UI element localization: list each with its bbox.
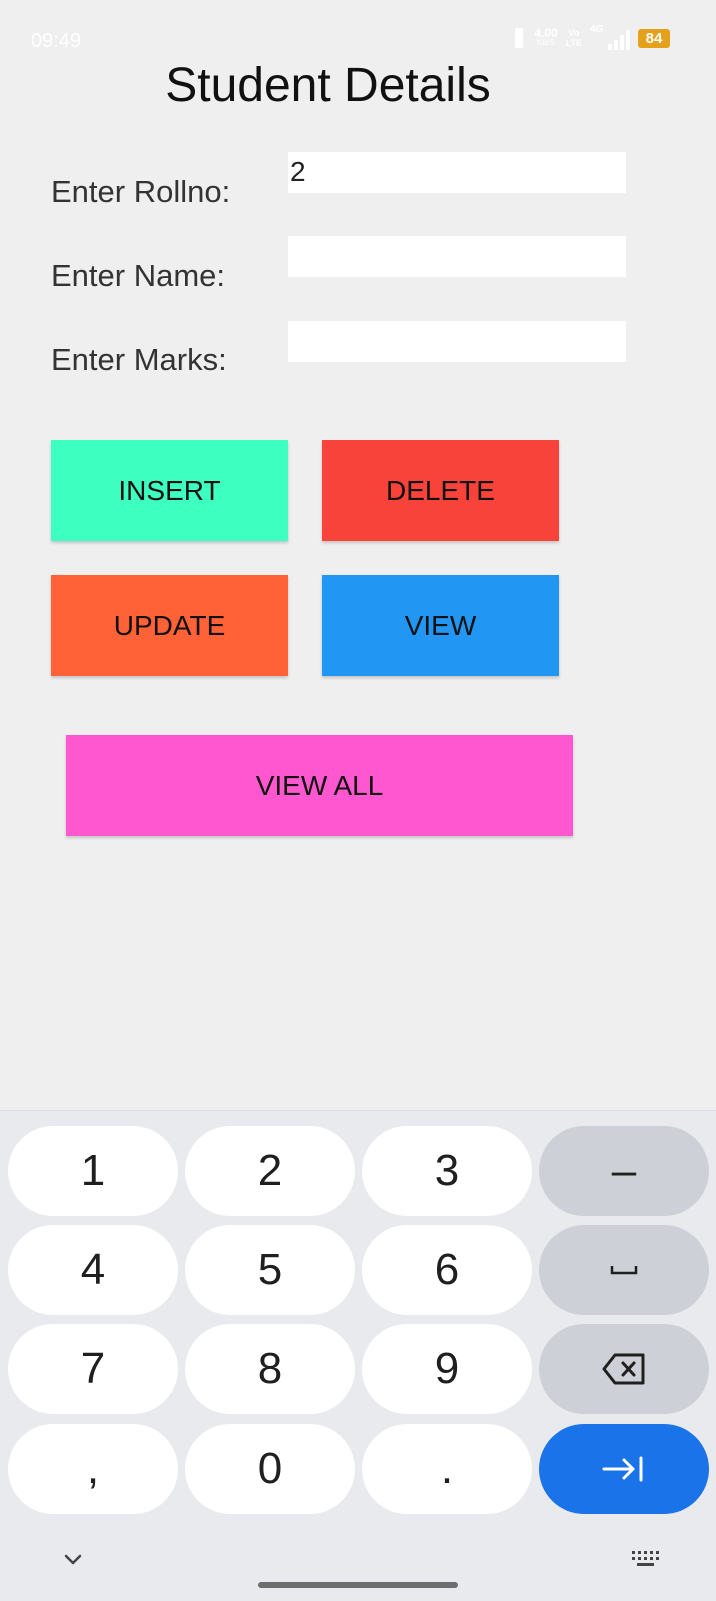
- key-1[interactable]: 1: [8, 1126, 178, 1216]
- network-speed: 4.00 KB/S: [534, 26, 558, 48]
- rollno-input[interactable]: 2: [288, 152, 626, 193]
- battery-icon: 84: [638, 28, 670, 48]
- backspace-icon: [601, 1352, 647, 1386]
- page-title: Student Details: [165, 59, 491, 112]
- key-7[interactable]: 7: [8, 1324, 178, 1414]
- network-type: 4G: [590, 24, 604, 35]
- status-time: 09:49: [31, 30, 82, 52]
- key-0[interactable]: 0: [185, 1424, 355, 1514]
- vibrate-icon: [512, 28, 526, 48]
- key-minus[interactable]: –: [539, 1126, 709, 1216]
- key-period[interactable]: .: [362, 1424, 532, 1514]
- key-next[interactable]: [539, 1424, 709, 1514]
- network-speed-unit: KB/S: [536, 38, 556, 47]
- signal-icon: 4G: [590, 24, 630, 50]
- key-comma[interactable]: ,: [8, 1424, 178, 1514]
- key-6[interactable]: 6: [362, 1225, 532, 1315]
- rollno-label: Enter Rollno:: [51, 174, 231, 209]
- chevron-down-icon[interactable]: [62, 1548, 84, 1570]
- delete-button[interactable]: DELETE: [322, 440, 559, 541]
- view-button[interactable]: VIEW: [322, 575, 559, 676]
- insert-button[interactable]: INSERT: [51, 440, 288, 541]
- key-2[interactable]: 2: [185, 1126, 355, 1216]
- key-5[interactable]: 5: [185, 1225, 355, 1315]
- home-indicator[interactable]: [258, 1582, 458, 1588]
- update-button[interactable]: UPDATE: [51, 575, 288, 676]
- keyboard-icon[interactable]: [630, 1548, 660, 1568]
- key-space[interactable]: [539, 1225, 709, 1315]
- marks-label: Enter Marks:: [51, 342, 227, 377]
- key-4[interactable]: 4: [8, 1225, 178, 1315]
- view-all-button[interactable]: VIEW ALL: [66, 735, 573, 836]
- network-speed-value: 4.00: [534, 26, 558, 40]
- key-9[interactable]: 9: [362, 1324, 532, 1414]
- tab-next-icon: [601, 1454, 647, 1484]
- status-icons: 4.00 KB/S Vo LTE 4G 84: [512, 24, 670, 50]
- volte-top: Vo: [568, 28, 580, 38]
- key-8[interactable]: 8: [185, 1324, 355, 1414]
- name-label: Enter Name:: [51, 258, 226, 293]
- key-3[interactable]: 3: [362, 1126, 532, 1216]
- key-backspace[interactable]: [539, 1324, 709, 1414]
- marks-input[interactable]: [288, 321, 626, 362]
- volte-bottom: LTE: [565, 38, 582, 48]
- space-bar-icon: [609, 1262, 639, 1278]
- volte-indicator: Vo LTE: [566, 28, 582, 48]
- name-input[interactable]: [288, 236, 626, 277]
